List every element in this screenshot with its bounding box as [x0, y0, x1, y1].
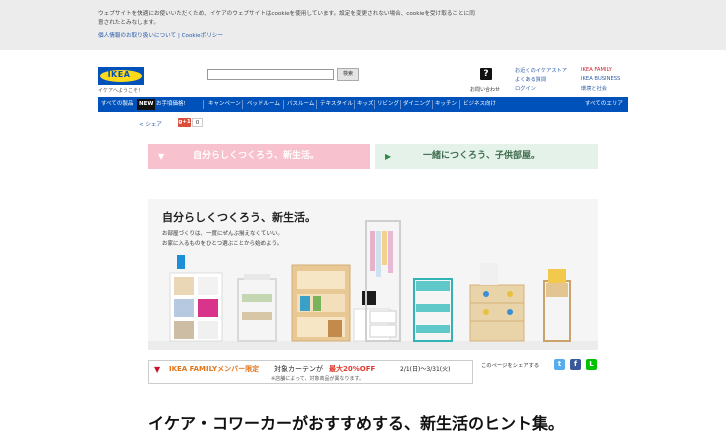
- help-icon[interactable]: ?: [480, 68, 492, 80]
- gplus-count: 0: [192, 118, 203, 127]
- login-link[interactable]: ログイン: [515, 85, 536, 92]
- facebook-icon[interactable]: f: [570, 359, 581, 370]
- promo-dates: 2/1(日)〜3/31(火): [400, 366, 451, 373]
- chevron-right-icon: ▶: [385, 152, 392, 161]
- ikea-business-link[interactable]: IKEA BUSINESS: [581, 76, 620, 82]
- share-page-label: このページをシェアする: [481, 363, 540, 369]
- privacy-link[interactable]: 個人情報のお取り扱いについて: [98, 33, 176, 39]
- main-nav: すべての製品 NEW お手頃価格! キャンペーン ベッドルーム バスルーム テキ…: [98, 97, 628, 112]
- family-promo-banner[interactable]: ▼ IKEA FAMILYメンバー限定 対象カーテンが 最大20%OFF 2/1…: [148, 360, 473, 384]
- environment-link[interactable]: 環境と社会: [581, 85, 607, 92]
- promo-text: 対象カーテンが: [274, 365, 323, 373]
- hero-image: 自分らしくつくろう、新生活。 お部屋づくりは、一度にぜんぶ揃えなくていい。 お家…: [148, 199, 598, 350]
- nav-divider: [400, 100, 401, 109]
- twitter-icon[interactable]: t: [554, 359, 565, 370]
- nav-business[interactable]: ビジネス向け: [463, 97, 496, 112]
- nav-divider: [316, 100, 317, 109]
- nav-living[interactable]: リビング: [377, 97, 399, 112]
- nav-divider: [374, 100, 375, 109]
- share-icon: <: [139, 122, 144, 128]
- nav-all-products[interactable]: すべての製品: [101, 97, 133, 112]
- welcome-text: イケアへようこそ！: [98, 88, 144, 94]
- nav-bathroom[interactable]: バスルーム: [287, 97, 314, 112]
- new-life-banner[interactable]: ▼ 自分らしくつくろう、新生活。: [148, 144, 370, 169]
- ikea-family-link[interactable]: IKEA FAMILY: [581, 67, 612, 73]
- nav-campaign[interactable]: キャンペーン: [208, 97, 241, 112]
- kids-room-banner-text: 一緒につくろう、子供部屋。: [423, 151, 541, 161]
- new-life-banner-text: 自分らしくつくろう、新生活。: [193, 151, 320, 161]
- nav-divider: [242, 100, 243, 109]
- link-separator: |: [177, 33, 180, 39]
- kids-room-banner[interactable]: ▶ 一緒につくろう、子供部屋。: [375, 144, 598, 169]
- chevron-down-icon: ▼: [154, 365, 161, 374]
- section-heading: イケア・コワーカーがおすすめする、新生活のヒント集。: [148, 414, 565, 433]
- nav-textile[interactable]: テキスタイル: [320, 97, 353, 112]
- cookie-links: 個人情報のお取り扱いについて | Cookieポリシー: [98, 31, 223, 39]
- nav-divider: [432, 100, 433, 109]
- logo-text: IKEA: [107, 70, 131, 79]
- contact-link[interactable]: お問い合わせ: [470, 86, 500, 93]
- nav-bedroom[interactable]: ベッドルーム: [247, 97, 280, 112]
- search-input[interactable]: [207, 69, 334, 80]
- faq-link[interactable]: よくある質問: [515, 76, 546, 83]
- furniture-illustration: [148, 220, 598, 350]
- nav-divider: [459, 100, 460, 109]
- share-label: シェア: [145, 122, 162, 128]
- nav-dining[interactable]: ダイニング: [403, 97, 431, 112]
- chevron-down-icon: ▼: [158, 152, 165, 161]
- promo-note: ※店舗によって、対象商品が異なります。: [271, 376, 365, 382]
- share-link[interactable]: < シェア: [139, 120, 162, 128]
- store-locator-link[interactable]: お近くのイケアストア: [515, 67, 567, 74]
- cookie-notice-text: ウェブサイトを快適にお使いいただくため、イケアのウェブサイトはcookieを使用…: [98, 11, 475, 26]
- ikea-logo[interactable]: IKEA: [98, 67, 144, 85]
- search-button[interactable]: 検索: [337, 68, 359, 81]
- nav-all-areas[interactable]: すべてのエリア: [585, 97, 623, 112]
- cookie-policy-link[interactable]: Cookieポリシー: [182, 33, 223, 39]
- nav-affordable[interactable]: お手頃価格!: [156, 97, 186, 112]
- line-icon[interactable]: L: [586, 359, 597, 370]
- gplus-icon[interactable]: g+1: [178, 118, 191, 127]
- nav-divider: [283, 100, 284, 109]
- promo-discount: 最大20%OFF: [329, 365, 376, 373]
- nav-divider: [203, 100, 204, 109]
- nav-kids[interactable]: キッズ: [357, 97, 374, 112]
- nav-kitchen[interactable]: キッチン: [435, 97, 457, 112]
- nav-new-badge[interactable]: NEW: [137, 99, 156, 110]
- nav-divider: [354, 100, 355, 109]
- promo-family-label: IKEA FAMILYメンバー限定: [169, 365, 260, 373]
